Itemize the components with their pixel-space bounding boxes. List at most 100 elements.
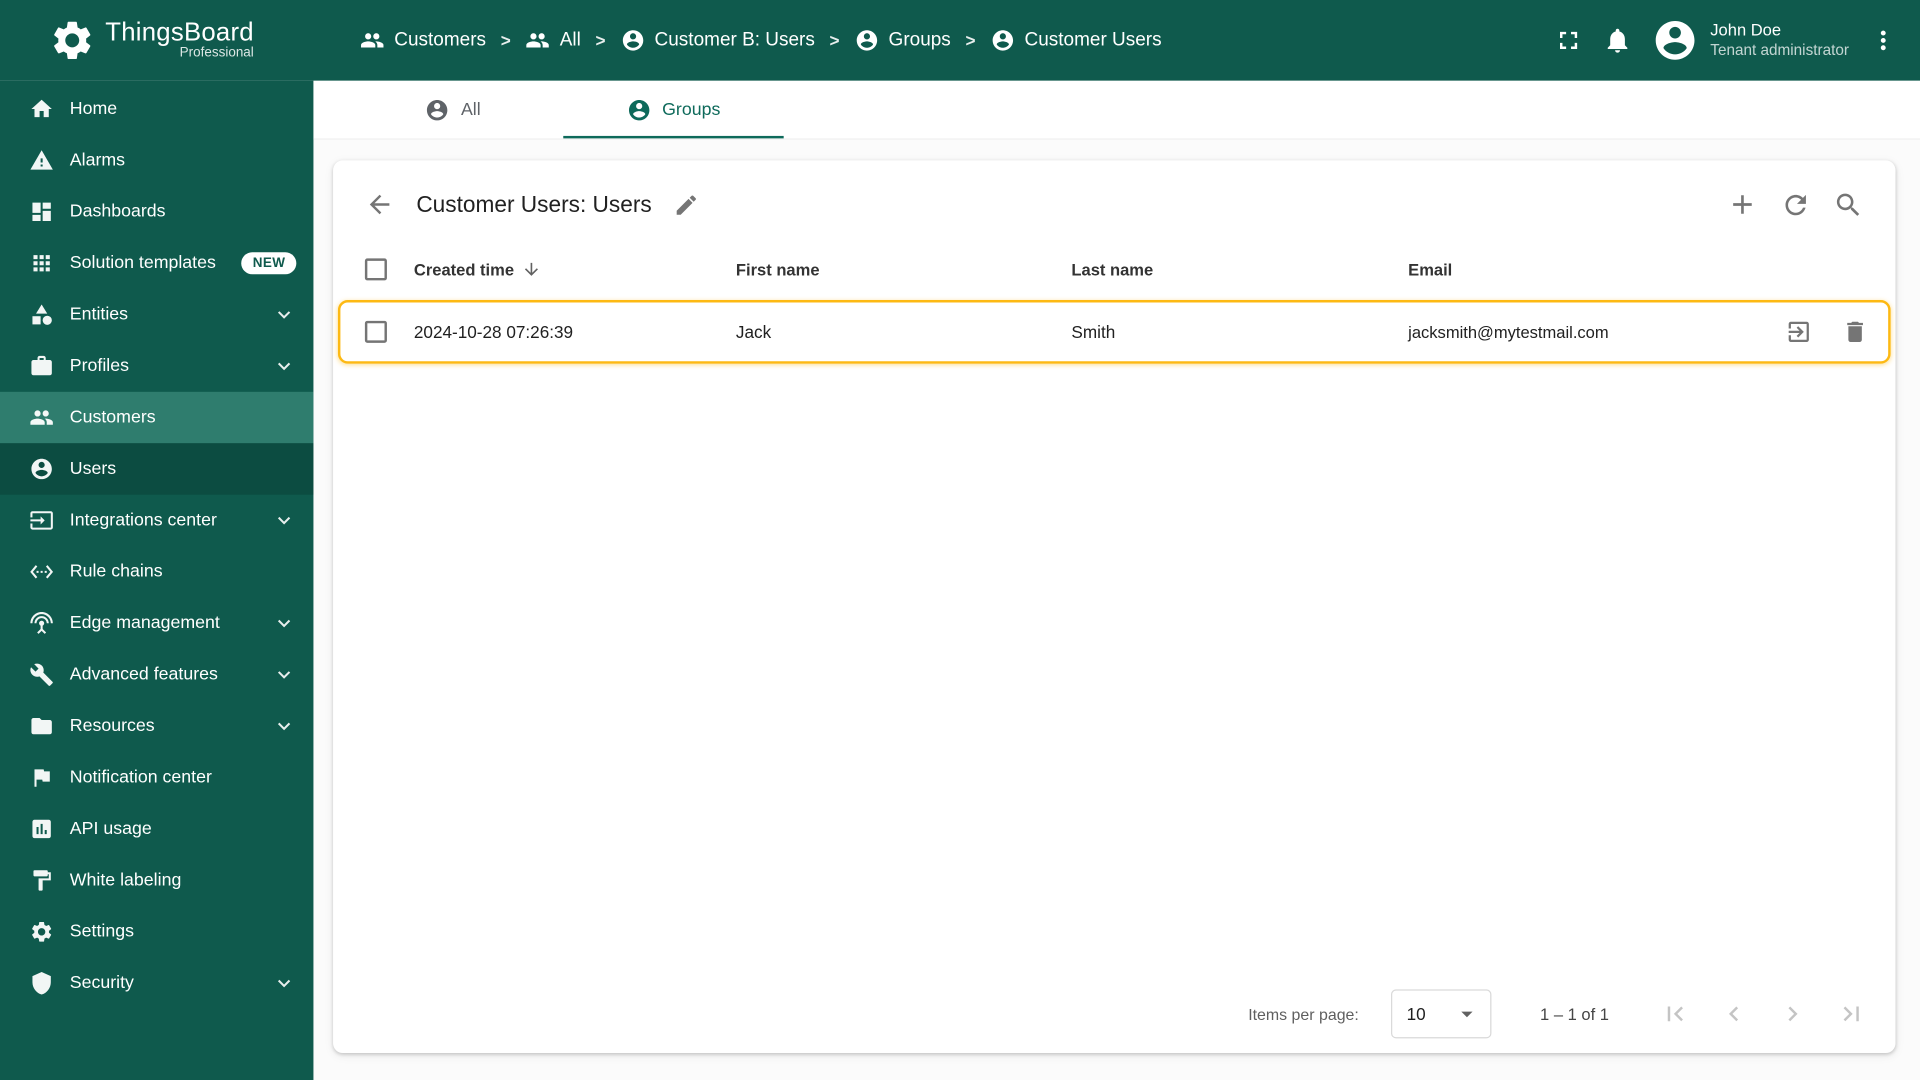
plus-icon — [1727, 189, 1759, 221]
brand-text: ThingsBoard Professional — [105, 19, 254, 61]
sort-desc-icon — [521, 260, 541, 280]
sidebar-item-entities[interactable]: Entities — [0, 289, 313, 340]
shield-icon — [29, 971, 53, 995]
more-vert-icon — [1869, 26, 1898, 55]
cell-created-time: 2024-10-28 07:26:39 — [413, 322, 574, 342]
tab-groups[interactable]: Groups — [563, 81, 784, 139]
dashboards-icon — [29, 200, 53, 224]
fullscreen-button[interactable] — [1554, 26, 1583, 55]
page-range-label: 1 – 1 of 1 — [1540, 1004, 1609, 1024]
breadcrumb-all[interactable]: All — [525, 28, 581, 52]
row-actions — [1722, 318, 1869, 345]
column-created-time[interactable]: Created time — [414, 260, 736, 280]
breadcrumb-customer-users[interactable]: Customer Users — [990, 28, 1162, 52]
sidebar-item-security[interactable]: Security — [0, 958, 313, 1009]
tab-all[interactable]: All — [343, 81, 563, 139]
prev-page-button[interactable] — [1719, 999, 1748, 1028]
sidebar-item-resources[interactable]: Resources — [0, 700, 313, 751]
edit-title-button[interactable] — [674, 192, 700, 218]
account-circle-icon — [990, 28, 1014, 52]
sidebar-item-edge-management[interactable]: Edge management — [0, 598, 313, 649]
next-page-button[interactable] — [1778, 999, 1807, 1028]
flag-icon — [29, 765, 53, 789]
page-size-select[interactable]: 10 — [1390, 989, 1492, 1039]
breadcrumb-separator: > — [595, 30, 606, 51]
chart-icon — [29, 817, 53, 841]
sidebar-item-users[interactable]: Users — [0, 443, 314, 495]
sidebar-item-solution-templates[interactable]: Solution templates NEW — [0, 238, 313, 289]
row-checkbox[interactable] — [364, 320, 387, 343]
header-actions: John Doe Tenant administrator — [1554, 17, 1920, 64]
tab-bar: All Groups — [313, 80, 1920, 140]
refresh-button[interactable] — [1780, 189, 1811, 220]
column-first-name[interactable]: First name — [736, 260, 1072, 278]
table-header-row: Created time First name Last name Email — [333, 241, 1895, 297]
refresh-icon — [1780, 189, 1811, 220]
search-button[interactable] — [1833, 189, 1864, 220]
trash-icon — [1842, 318, 1869, 345]
briefcase-icon — [29, 354, 53, 378]
user-name: John Doe — [1710, 20, 1782, 39]
sidebar-item-settings[interactable]: Settings — [0, 906, 313, 957]
chevron-down-icon — [272, 971, 296, 995]
cell-first-name: Jack — [735, 322, 772, 342]
bell-icon — [1603, 26, 1632, 55]
people-icon — [29, 405, 53, 429]
thingsboard-logo-icon — [49, 17, 96, 64]
last-page-button[interactable] — [1837, 999, 1866, 1028]
page-size-value: 10 — [1406, 1004, 1426, 1024]
breadcrumb-separator: > — [829, 30, 840, 51]
top-header: ThingsBoard Professional Customers > All… — [0, 0, 1920, 81]
first-page-button[interactable] — [1660, 999, 1689, 1028]
sidebar-item-notification-center[interactable]: Notification center — [0, 752, 313, 803]
sidebar-item-white-labeling[interactable]: White labeling — [0, 855, 313, 906]
page-title: Customer Users: Users — [416, 191, 652, 217]
app-body: Home Alarms Dashboards Solution template… — [0, 80, 1920, 1080]
sidebar-item-profiles[interactable]: Profiles — [0, 340, 313, 391]
breadcrumb-customer-b-users[interactable]: Customer B: Users — [620, 28, 815, 52]
login-as-user-button[interactable] — [1785, 318, 1812, 345]
sidebar-item-api-usage[interactable]: API usage — [0, 803, 313, 854]
sidebar-item-dashboards[interactable]: Dashboards — [0, 186, 313, 237]
chevron-down-icon — [272, 302, 296, 326]
account-circle-icon — [627, 97, 651, 121]
user-role: Tenant administrator — [1710, 41, 1849, 59]
sidebar-item-rule-chains[interactable]: Rule chains — [0, 546, 313, 597]
gear-icon — [29, 920, 53, 944]
main-content: All Groups Customer Users: Users Created… — [313, 80, 1920, 1080]
back-arrow-icon — [365, 190, 394, 219]
account-circle-icon — [425, 97, 449, 121]
sidebar-item-advanced-features[interactable]: Advanced features — [0, 649, 313, 700]
brand-logo[interactable]: ThingsBoard Professional — [0, 17, 313, 64]
breadcrumb: Customers > All > Customer B: Users > Gr… — [313, 28, 1162, 52]
wrench-icon — [29, 662, 53, 686]
table-row[interactable]: 2024-10-28 07:26:39 Jack Smith jacksmith… — [337, 300, 1891, 364]
avatar — [1652, 17, 1699, 64]
select-all-checkbox[interactable] — [364, 258, 387, 281]
notifications-button[interactable] — [1603, 26, 1632, 55]
ethernet-icon — [29, 560, 54, 584]
home-icon — [29, 97, 53, 121]
sidebar-item-customers[interactable]: Customers — [0, 391, 314, 444]
more-menu-button[interactable] — [1869, 26, 1898, 55]
delete-row-button[interactable] — [1842, 318, 1869, 345]
dropdown-caret-icon — [1453, 1000, 1480, 1027]
breadcrumb-groups[interactable]: Groups — [854, 28, 951, 52]
add-user-button[interactable] — [1727, 189, 1759, 221]
breadcrumb-separator: > — [500, 30, 511, 51]
account-circle-icon — [620, 28, 644, 52]
chevron-down-icon — [272, 354, 296, 378]
sidebar-item-integrations-center[interactable]: Integrations center — [0, 495, 313, 546]
user-menu[interactable]: John Doe Tenant administrator — [1652, 17, 1849, 64]
pencil-icon — [674, 192, 700, 218]
sidebar-item-alarms[interactable]: Alarms — [0, 135, 313, 186]
last-page-icon — [1837, 999, 1866, 1028]
column-last-name[interactable]: Last name — [1071, 260, 1408, 278]
people-icon — [360, 28, 384, 52]
back-button[interactable] — [365, 190, 394, 219]
breadcrumb-customers[interactable]: Customers — [360, 28, 486, 52]
card-header: Customer Users: Users — [333, 160, 1895, 241]
antenna-icon — [29, 611, 53, 635]
sidebar-item-home[interactable]: Home — [0, 83, 313, 134]
column-email[interactable]: Email — [1408, 260, 1721, 278]
